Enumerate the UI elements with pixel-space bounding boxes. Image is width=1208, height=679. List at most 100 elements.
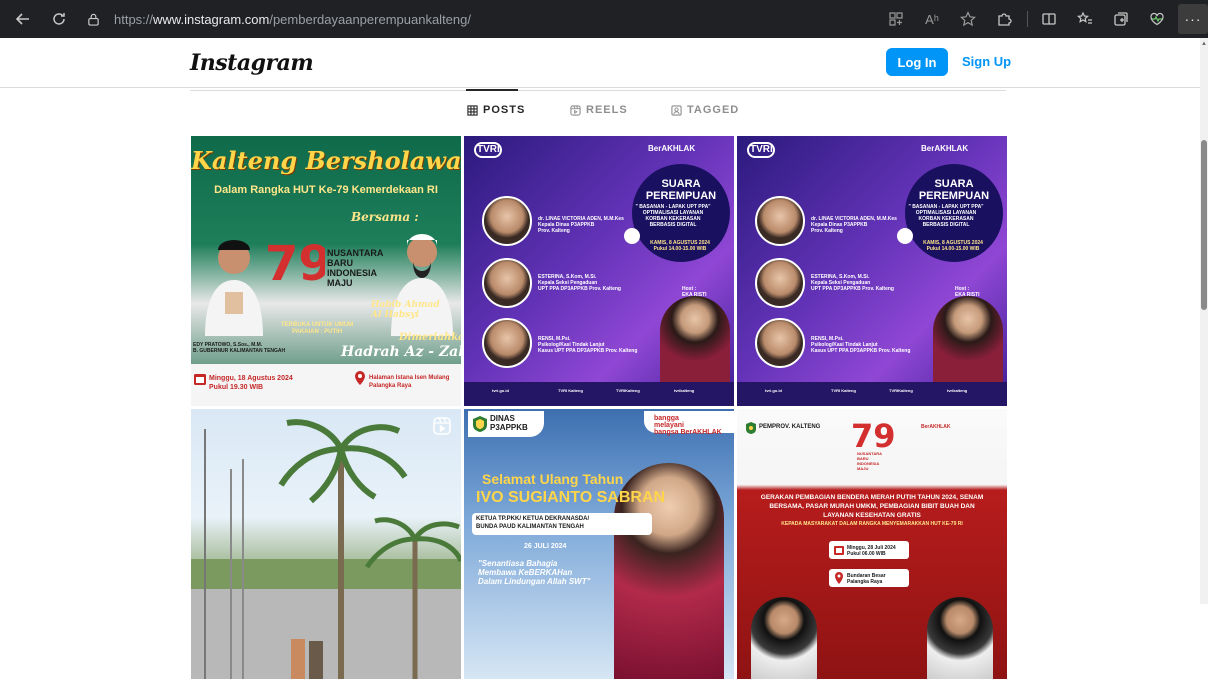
pemprov-logo-icon xyxy=(746,422,756,434)
post-kamis: KAMIS, 8 AGUSTUS 2024 Pukul 14.00-15.00 … xyxy=(650,240,710,252)
grid-icon xyxy=(467,104,478,116)
browser-actions: Aʰ ··· xyxy=(875,4,1208,34)
speaker-name: RENSI, M.Psi. Psikolog/Kasi Tindak Lanju… xyxy=(811,336,911,354)
social-handle: tvrikalteng xyxy=(947,388,968,393)
favorite-button[interactable] xyxy=(953,4,983,34)
post-berakhlak: BerAKHLAK xyxy=(921,424,951,430)
back-button[interactable] xyxy=(8,4,38,34)
tab-reels[interactable]: REELS xyxy=(570,104,628,116)
signup-link[interactable]: Sign Up xyxy=(962,54,1011,69)
host-photo xyxy=(933,296,1003,388)
post-dinas: DINAS P3APPKB xyxy=(490,414,528,432)
split-screen-button[interactable] xyxy=(1034,4,1064,34)
url-text: https://www.instagram.com/pemberdayaanpe… xyxy=(114,12,471,27)
decor-dot xyxy=(624,228,640,244)
address-bar[interactable]: https://www.instagram.com/pemberdayaanpe… xyxy=(82,5,868,33)
speaker-photo xyxy=(755,196,805,246)
post-kalteng-bersholawat[interactable]: Kalteng Bersholawat Dalam Rangka HUT Ke-… xyxy=(191,136,461,406)
post-subtitle: Dalam Rangka HUT Ke-79 Kemerdekaan RI xyxy=(214,184,438,196)
social-handle: tvrikalteng xyxy=(674,388,695,393)
scrollbar-thumb[interactable] xyxy=(1201,140,1207,310)
post-bersama: Bersama : xyxy=(351,210,419,224)
post-dimeriahkan: Dimeriahkan xyxy=(399,332,461,343)
speaker-name: RENSI, M.Psi. Psikolog/Kasi Tindak Lanju… xyxy=(538,336,638,354)
speaker-name: ESTERINA, S.Kom, M.Si. Kepala Seksi Peng… xyxy=(811,274,894,292)
speaker-photo xyxy=(482,258,532,308)
app-available-button[interactable] xyxy=(881,4,911,34)
post-tvri: TVRI xyxy=(477,144,500,155)
reel-icon xyxy=(433,417,451,435)
login-button[interactable]: Log In xyxy=(886,48,948,76)
refresh-button[interactable] xyxy=(44,4,74,34)
star-list-icon xyxy=(1077,11,1092,24)
read-aloud-button[interactable]: Aʰ xyxy=(917,4,947,34)
lock-icon xyxy=(82,13,104,26)
tabs-divider xyxy=(190,90,1006,91)
socials-bar xyxy=(464,382,734,406)
profile-tabs: POSTS REELS TAGGED xyxy=(0,104,1200,124)
post-selamat-ulang-tahun[interactable]: DINAS P3APPKB bangga melayani bangsa Ber… xyxy=(464,409,734,679)
tab-tagged[interactable]: TAGGED xyxy=(671,104,739,116)
post-basanan: " BASANAN - LAPAK UPT PPA" OPTIMALISASI … xyxy=(635,204,711,228)
post-tvri: TVRI xyxy=(750,144,773,155)
scroll-up-arrow-icon[interactable]: ▲ xyxy=(1200,40,1208,48)
tagged-icon xyxy=(671,104,682,116)
official-photo xyxy=(927,597,993,679)
post-ketua: KETUA TP.PKK/ KETUA DEKRANASDA/ BUNDA PA… xyxy=(476,516,590,530)
calendar-icon xyxy=(194,374,206,385)
post-edy: EDY PRATOWO, S.Sos., M.M. B. GUBERNUR KA… xyxy=(193,342,286,354)
tab-posts[interactable]: POSTS xyxy=(467,104,525,116)
official-photo xyxy=(751,597,817,679)
instagram-logo[interactable]: Instagram xyxy=(190,50,314,76)
svg-text:79: 79 xyxy=(851,417,895,453)
post-berakhlak: BerAKHLAK xyxy=(648,144,696,153)
decor-dot xyxy=(897,228,913,244)
hut-79-logo: 79 xyxy=(851,417,895,453)
location-pin-icon xyxy=(355,371,365,385)
post-date: Minggu, 18 Agustus 2024 Pukul 19.30 WIB xyxy=(209,375,293,391)
arrow-left-icon xyxy=(15,13,29,25)
social-handle: TVRI Kalteng xyxy=(558,388,583,393)
socials-bar xyxy=(737,382,1007,406)
page-scrollbar[interactable] xyxy=(1200,38,1208,604)
browser-essentials-button[interactable] xyxy=(1142,4,1172,34)
social-handle: tvri.go.id xyxy=(492,388,509,393)
star-icon xyxy=(960,11,976,27)
puzzle-icon xyxy=(998,13,1012,26)
post-place: Halaman Istana Isen Mulang Palangka Raya xyxy=(369,375,450,389)
post-suara-perempuan[interactable]: TVRI BerAKHLAK SUARA PEREMPUAN " BASANAN… xyxy=(464,136,734,406)
social-handle: TVRI Kalteng xyxy=(831,388,856,393)
tab-reels-label: REELS xyxy=(586,104,628,116)
url-host: www.instagram.com xyxy=(153,11,270,27)
post-suara: SUARA PEREMPUAN xyxy=(645,178,717,202)
post-tanggal: Minggu, 28 Juli 2024 Pukul 06.00 WIB xyxy=(847,545,896,557)
post-selamat: Selamat Ulang Tahun xyxy=(482,471,624,487)
extensions-button[interactable] xyxy=(989,4,1019,34)
post-basanan: " BASANAN - LAPAK UPT PPA" OPTIMALISASI … xyxy=(908,204,984,228)
grid-plus-icon xyxy=(889,12,903,26)
speaker-photo xyxy=(755,318,805,368)
toolbar-separator xyxy=(1027,11,1028,27)
post-ivo: IVO SUGIANTO SABRAN xyxy=(476,489,666,506)
url-scheme: https:// xyxy=(114,11,154,27)
post-suara: SUARA PEREMPUAN xyxy=(918,178,990,202)
instagram-header: Instagram Log In Sign Up xyxy=(0,38,1200,88)
calendar-icon xyxy=(834,546,844,555)
collections-button[interactable] xyxy=(1106,4,1136,34)
post-gerakan-pembagian-bendera[interactable]: PEMPROV. KALTENG 79 NUSANTARA BARU INDON… xyxy=(737,409,1007,679)
settings-more-button[interactable]: ··· xyxy=(1178,4,1208,34)
hut-79-logo: 79 xyxy=(265,236,325,290)
post-suara-perempuan[interactable]: TVRI BerAKHLAK SUARA PEREMPUAN " BASANAN… xyxy=(737,136,1007,406)
host-photo xyxy=(660,296,730,388)
post-title: Kalteng Bersholawat xyxy=(191,146,461,175)
speaker-name: dr. LINAE VICTORIA ADEN, M.M.Kes Kepala … xyxy=(538,216,624,234)
active-tab-indicator xyxy=(466,89,518,91)
post-reel-photo[interactable] xyxy=(191,409,461,679)
dinas-logo-icon xyxy=(473,416,487,432)
social-handle: tvri.go.id xyxy=(765,388,782,393)
favorites-button[interactable] xyxy=(1070,4,1100,34)
post-nusantara: NUSANTARA BARU INDONESIA MAJU xyxy=(327,248,384,288)
post-lokasi: Bundaran Besar Palangka Raya xyxy=(847,573,886,585)
speaker-name: dr. LINAE VICTORIA ADEN, M.M.Kes Kepala … xyxy=(811,216,897,234)
browser-toolbar: https://www.instagram.com/pemberdayaanpe… xyxy=(0,0,1208,38)
